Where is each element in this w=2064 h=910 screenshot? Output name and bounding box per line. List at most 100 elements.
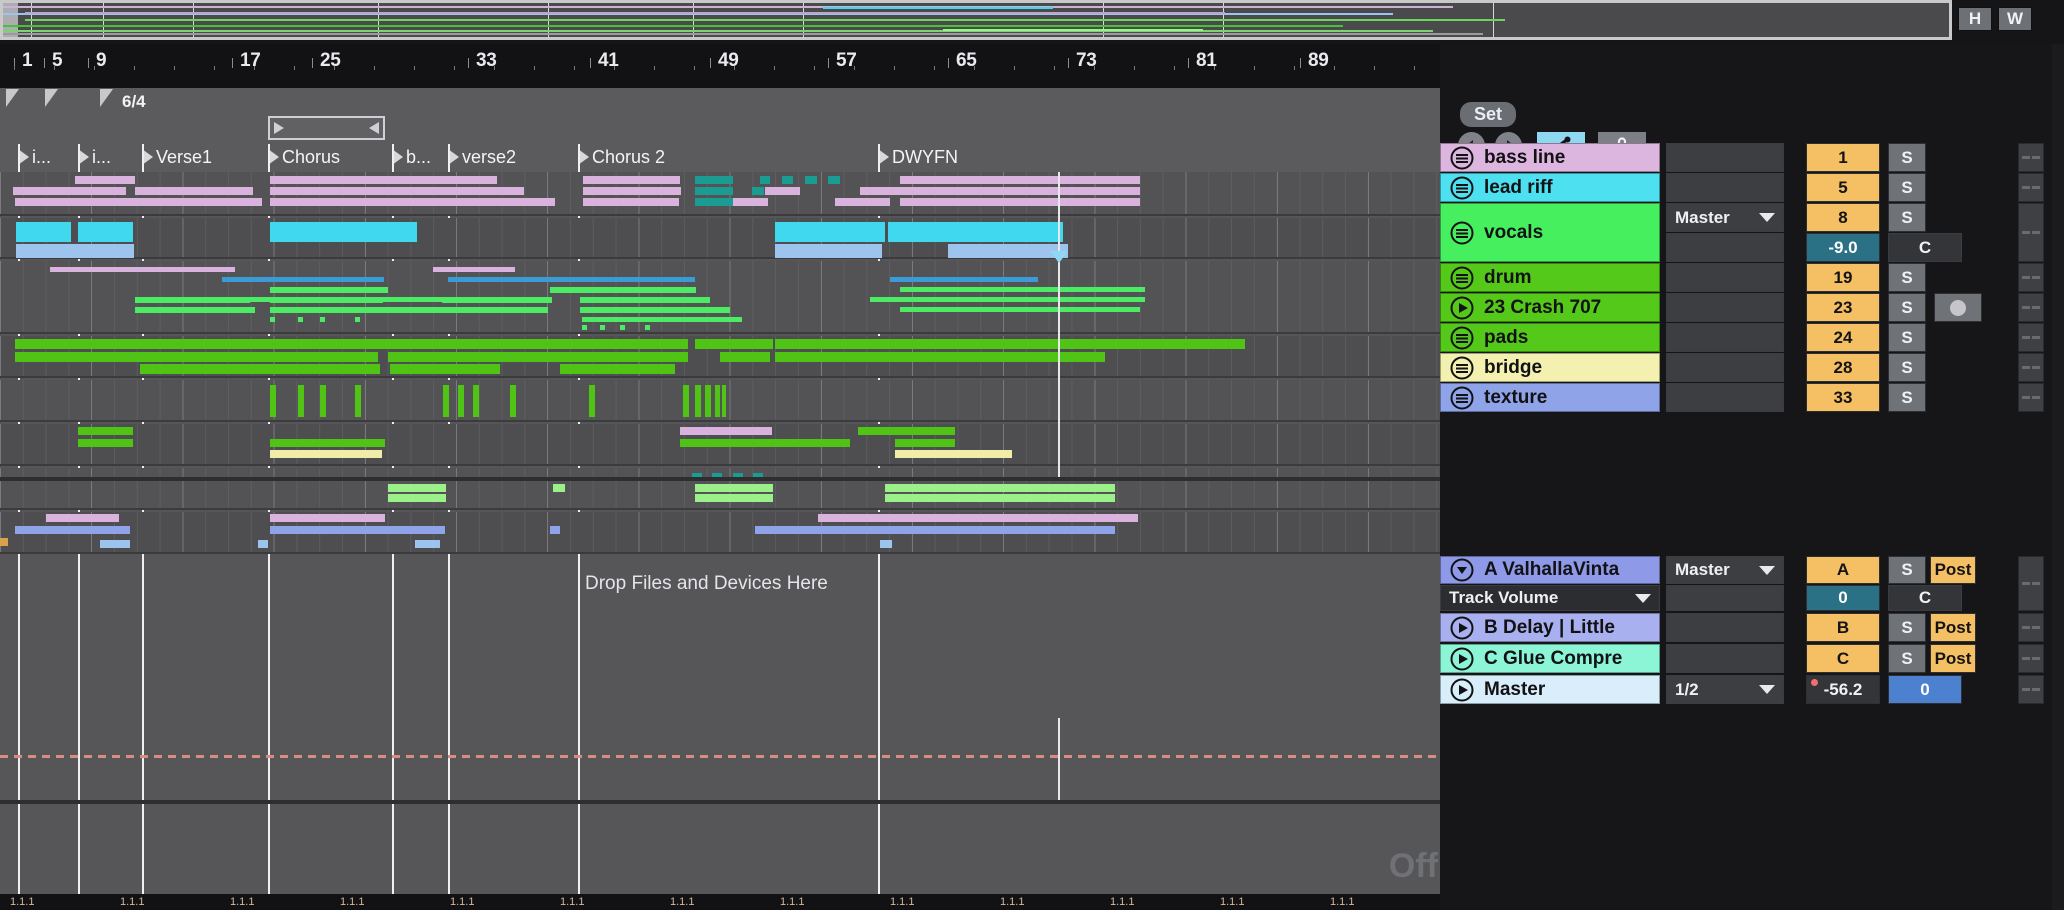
- clip[interactable]: [895, 439, 955, 447]
- clip[interactable]: [388, 494, 446, 502]
- clip[interactable]: [898, 514, 1138, 522]
- clip[interactable]: [355, 385, 361, 417]
- track-header[interactable]: texture: [1440, 383, 1660, 412]
- clip[interactable]: [78, 439, 133, 447]
- clip[interactable]: [415, 540, 440, 548]
- track-number[interactable]: 19: [1806, 263, 1880, 292]
- clip[interactable]: [805, 176, 817, 184]
- clip[interactable]: [135, 307, 255, 313]
- clip[interactable]: [582, 317, 742, 322]
- clip[interactable]: [78, 427, 133, 435]
- track-lane-texture[interactable]: [0, 512, 1440, 554]
- mixer-row-drum[interactable]: drum 19 S: [1440, 263, 2044, 292]
- clip[interactable]: [818, 514, 898, 522]
- clip[interactable]: [15, 352, 255, 362]
- clip[interactable]: [775, 222, 885, 242]
- clip[interactable]: [355, 317, 360, 322]
- track-header[interactable]: drum: [1440, 263, 1660, 292]
- clip[interactable]: [448, 277, 695, 282]
- clip[interactable]: [560, 364, 675, 374]
- clip[interactable]: [510, 385, 516, 417]
- track-output-select[interactable]: [1666, 353, 1784, 382]
- clip[interactable]: [895, 450, 1012, 458]
- track-number[interactable]: 33: [1806, 383, 1880, 412]
- master-header[interactable]: Master: [1440, 675, 1660, 704]
- clip[interactable]: [132, 198, 262, 206]
- clip[interactable]: [140, 364, 380, 374]
- clip[interactable]: [550, 526, 560, 534]
- clip[interactable]: [695, 187, 707, 195]
- clip[interactable]: [270, 277, 380, 282]
- clip[interactable]: [298, 385, 304, 417]
- clip[interactable]: [433, 267, 515, 272]
- clip[interactable]: [583, 198, 679, 206]
- time-signature-lane[interactable]: 6/4: [0, 88, 1440, 116]
- return-letter[interactable]: B: [1806, 613, 1880, 642]
- clip[interactable]: [900, 187, 1140, 195]
- track-lane-lead-riff[interactable]: [0, 218, 1440, 259]
- locator-7[interactable]: DWYFN: [878, 144, 958, 170]
- clip[interactable]: [78, 222, 133, 242]
- clip[interactable]: [835, 198, 890, 206]
- track-solo-button[interactable]: S: [1888, 173, 1926, 202]
- track-output-select[interactable]: Master: [1666, 203, 1784, 232]
- return-row-A[interactable]: A ValhallaVinta Track Volume Master A S …: [1440, 556, 2044, 611]
- master-pan[interactable]: 0: [1888, 675, 1962, 704]
- clip[interactable]: [680, 427, 772, 435]
- automation-parameter-select[interactable]: Track Volume: [1440, 585, 1660, 611]
- set-label[interactable]: Set: [1460, 102, 1517, 127]
- track-solo-button[interactable]: S: [1888, 323, 1926, 352]
- clip[interactable]: [760, 176, 770, 184]
- track-input-select[interactable]: [1666, 233, 1784, 262]
- clip[interactable]: [580, 297, 710, 303]
- clip[interactable]: [270, 514, 385, 522]
- return-solo-button[interactable]: S: [1888, 556, 1926, 585]
- return-solo-button[interactable]: S: [1888, 644, 1926, 673]
- clip[interactable]: [583, 176, 680, 184]
- clip[interactable]: [900, 198, 1140, 206]
- clip[interactable]: [340, 287, 388, 293]
- clip[interactable]: [448, 339, 688, 349]
- return-post-button[interactable]: Post: [1930, 556, 1976, 585]
- track-header[interactable]: lead riff: [1440, 173, 1660, 202]
- mixer-row-bridge[interactable]: bridge 28 S: [1440, 353, 2044, 382]
- track-header[interactable]: vocals: [1440, 203, 1660, 262]
- clip[interactable]: [718, 198, 730, 206]
- clip[interactable]: [0, 538, 8, 546]
- master-output-select[interactable]: 1/2: [1666, 675, 1784, 704]
- clip[interactable]: [342, 222, 417, 242]
- locator-5[interactable]: verse2: [448, 144, 516, 170]
- clip[interactable]: [473, 385, 479, 417]
- clip[interactable]: [752, 187, 764, 195]
- locator-2[interactable]: Verse1: [142, 144, 212, 170]
- mixer-row-pads[interactable]: pads 24 S: [1440, 323, 2044, 352]
- return-input-select[interactable]: [1666, 585, 1784, 611]
- clip[interactable]: [46, 514, 119, 522]
- locator-3[interactable]: Chorus: [268, 144, 340, 170]
- track-output-select[interactable]: [1666, 143, 1784, 172]
- clip[interactable]: [782, 176, 793, 184]
- track-solo-button[interactable]: S: [1888, 143, 1926, 172]
- clip[interactable]: [270, 526, 445, 534]
- locator-6[interactable]: Chorus 2: [578, 144, 665, 170]
- clip[interactable]: [722, 385, 726, 417]
- clip[interactable]: [775, 352, 1105, 362]
- return-row-B[interactable]: B Delay | Little B S Post: [1440, 613, 2044, 642]
- return-volume[interactable]: 0: [1806, 585, 1880, 611]
- clip[interactable]: [550, 287, 696, 293]
- track-solo-button[interactable]: S: [1888, 353, 1926, 382]
- clip[interactable]: [412, 187, 524, 195]
- clip[interactable]: [695, 176, 733, 184]
- track-header[interactable]: bass line: [1440, 143, 1660, 172]
- clip[interactable]: [448, 352, 688, 362]
- track-solo-button[interactable]: S: [1888, 263, 1926, 292]
- clip[interactable]: [583, 187, 681, 195]
- clip[interactable]: [15, 526, 130, 534]
- return-output-select[interactable]: Master: [1666, 556, 1784, 585]
- return-solo-button[interactable]: S: [1888, 613, 1926, 642]
- clip[interactable]: [50, 267, 235, 272]
- clip[interactable]: [298, 317, 303, 322]
- clip[interactable]: [695, 484, 773, 492]
- clip[interactable]: [582, 325, 587, 330]
- return-header[interactable]: A ValhallaVinta: [1440, 556, 1660, 585]
